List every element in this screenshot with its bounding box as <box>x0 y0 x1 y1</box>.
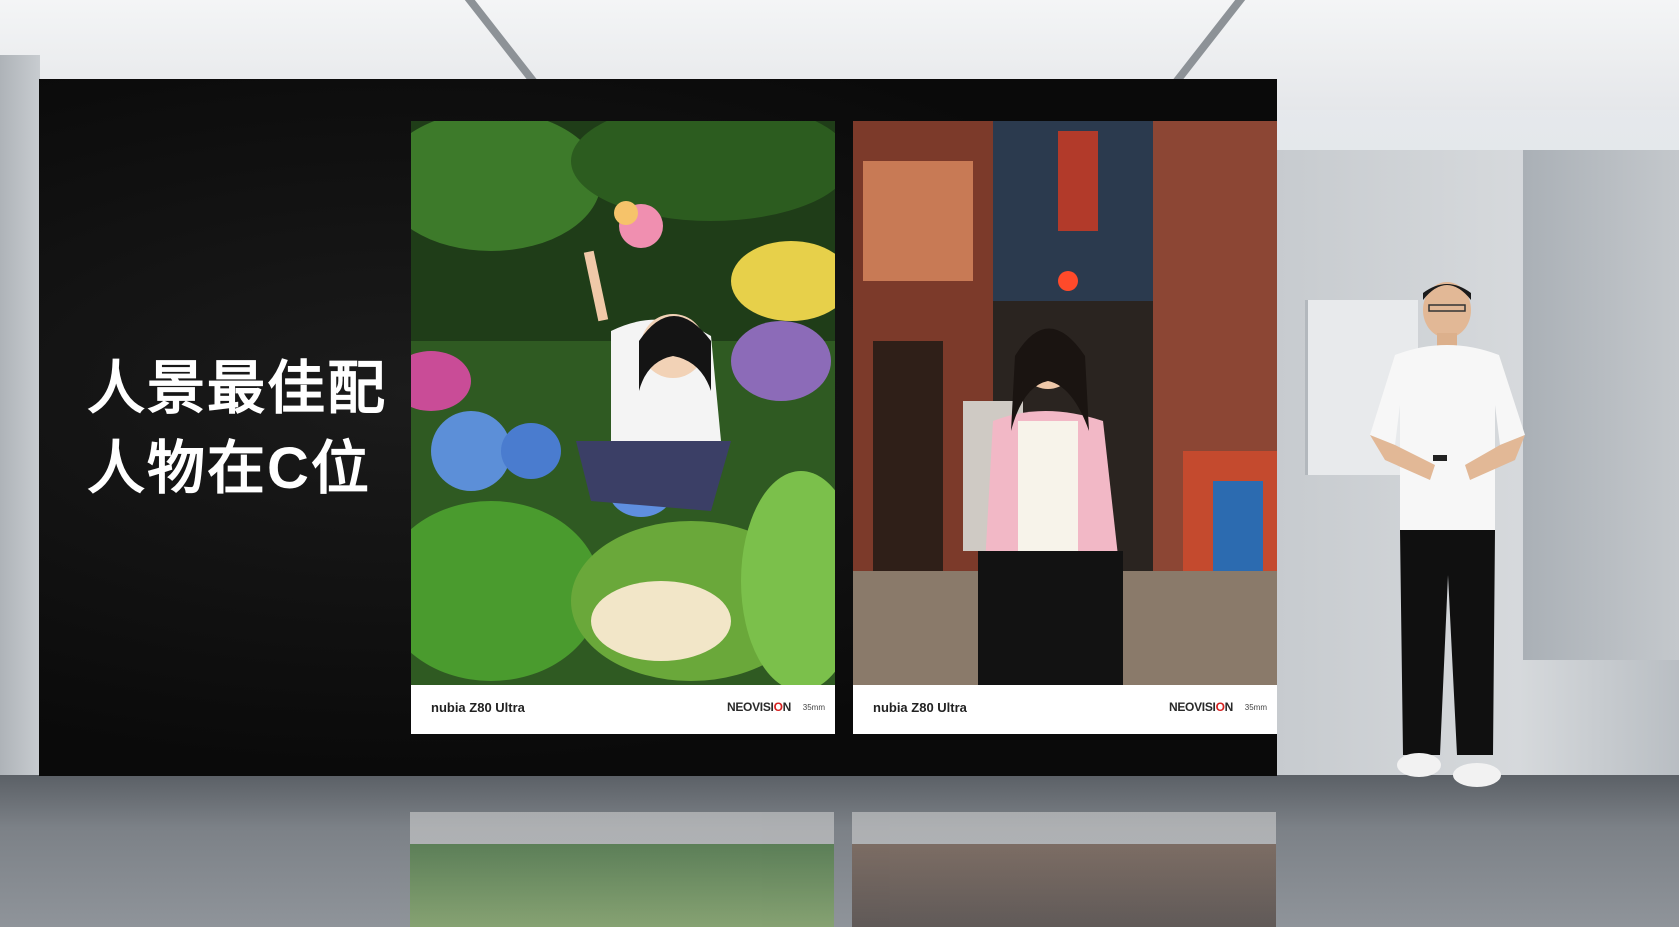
floor-reflection <box>410 812 1280 927</box>
photo-watermark-bar: nubia Z80 Ultra NEOVISION 35mm <box>411 685 835 734</box>
focal-length-label: 35mm <box>802 703 825 712</box>
reflection-photo-garden <box>410 812 834 927</box>
camera-model-label: nubia Z80 Ultra <box>431 700 525 715</box>
headline-line-2: 人物在C位 <box>87 436 371 501</box>
presenter-figure <box>1355 275 1540 815</box>
neovision-aperture-icon: O <box>773 700 783 714</box>
neovision-logo-suffix: N <box>782 700 792 714</box>
headline-line-1: 人景最佳配 <box>87 356 388 421</box>
neovision-logo-suffix: N <box>1224 700 1234 714</box>
photo-garden-image <box>411 121 835 685</box>
photo-watermark-bar: nubia Z80 Ultra NEOVISION 35mm <box>853 685 1277 734</box>
presentation-screen: 人景最佳配 人物在C位 nubia Z80 Ultra NEOVISION 35… <box>39 79 1277 776</box>
right-wall-column <box>1523 150 1679 660</box>
camera-model-label: nubia Z80 Ultra <box>873 700 967 715</box>
sample-photo-alley: nubia Z80 Ultra NEOVISION 35mm <box>853 121 1277 734</box>
neovision-aperture-icon: O <box>1215 700 1225 714</box>
neovision-logo-prefix: NEOVISI <box>726 700 774 714</box>
sample-photo-garden: nubia Z80 Ultra NEOVISION 35mm <box>411 121 835 734</box>
neovision-logo: NEOVISION <box>1169 700 1233 714</box>
photo-alley-image <box>853 121 1277 685</box>
slide-headline: 人景最佳配 人物在C位 <box>87 349 387 509</box>
left-wall <box>0 55 40 775</box>
neovision-logo: NEOVISION <box>727 700 791 714</box>
reflection-photo-alley <box>852 812 1276 927</box>
focal-length-label: 35mm <box>1244 703 1267 712</box>
neovision-logo-prefix: NEOVISI <box>1168 700 1216 714</box>
